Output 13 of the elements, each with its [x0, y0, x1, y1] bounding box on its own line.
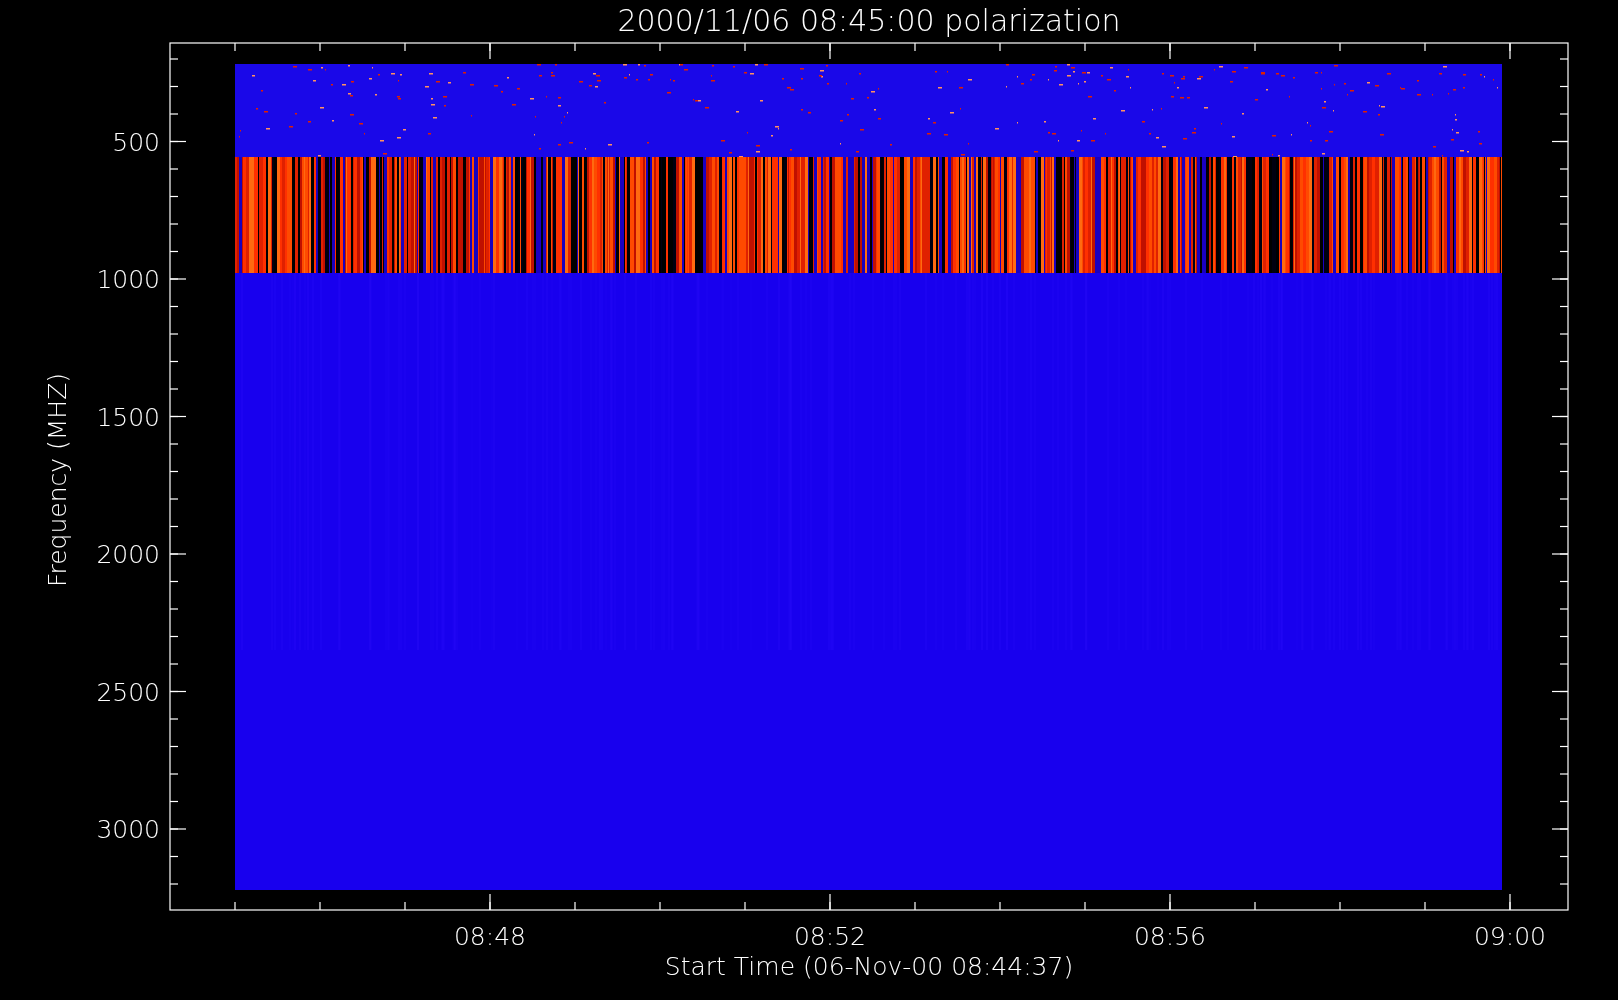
tick-label: 2500 — [96, 677, 160, 707]
tick-label: 3000 — [96, 815, 160, 844]
tick-label: 1500 — [96, 402, 160, 432]
tick-label: 08:56 — [1134, 922, 1206, 951]
axis-label: Frequency (MHZ) — [43, 372, 72, 588]
axis-label: Start Time (06-Nov-00 08:44:37) — [664, 952, 1074, 981]
tick-label: 08:48 — [454, 922, 526, 951]
tick-label: 500 — [112, 127, 160, 157]
plot-title: 2000/11/06 08:45:00 polarization — [617, 3, 1121, 38]
tick-label: 1000 — [96, 265, 160, 294]
tick-label: 08:52 — [794, 922, 866, 951]
tick-label: 2000 — [96, 540, 160, 569]
tick-label: 09:00 — [1474, 922, 1546, 951]
